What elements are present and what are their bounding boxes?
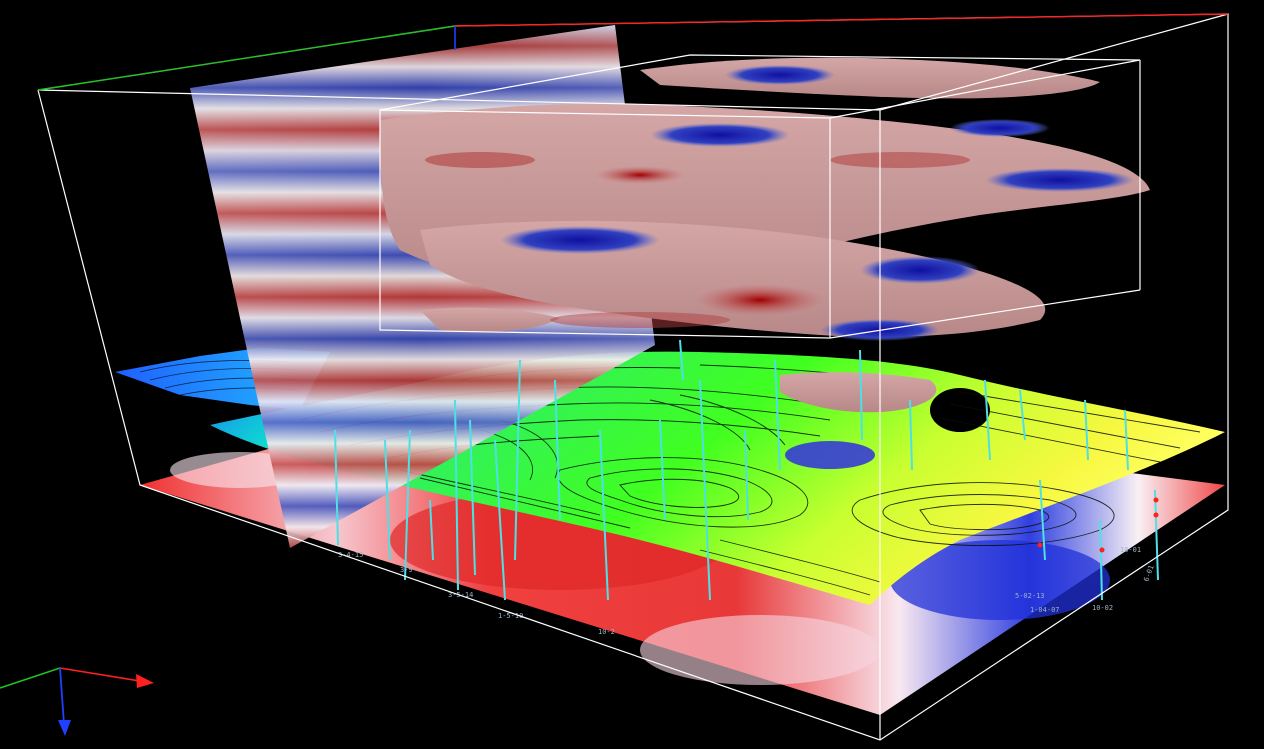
well-label: 10-2 [598, 628, 615, 636]
well-label: 10-01 [1120, 546, 1141, 554]
well-label: 10-02 [1092, 604, 1113, 612]
well-label: 6-01 [1142, 564, 1155, 583]
box-x-axis-edge [454, 13, 1229, 27]
orientation-axes-icon[interactable] [0, 667, 154, 736]
well-label: 3-9 [400, 566, 413, 574]
well-label: 5-02-13 [1015, 592, 1045, 600]
well-label: 1-04-07 [1030, 606, 1060, 614]
3d-viewport[interactable]: 3-4-15 3-9 3-5-14 1-5-10 10-2 1-04-07 10… [0, 0, 1264, 749]
